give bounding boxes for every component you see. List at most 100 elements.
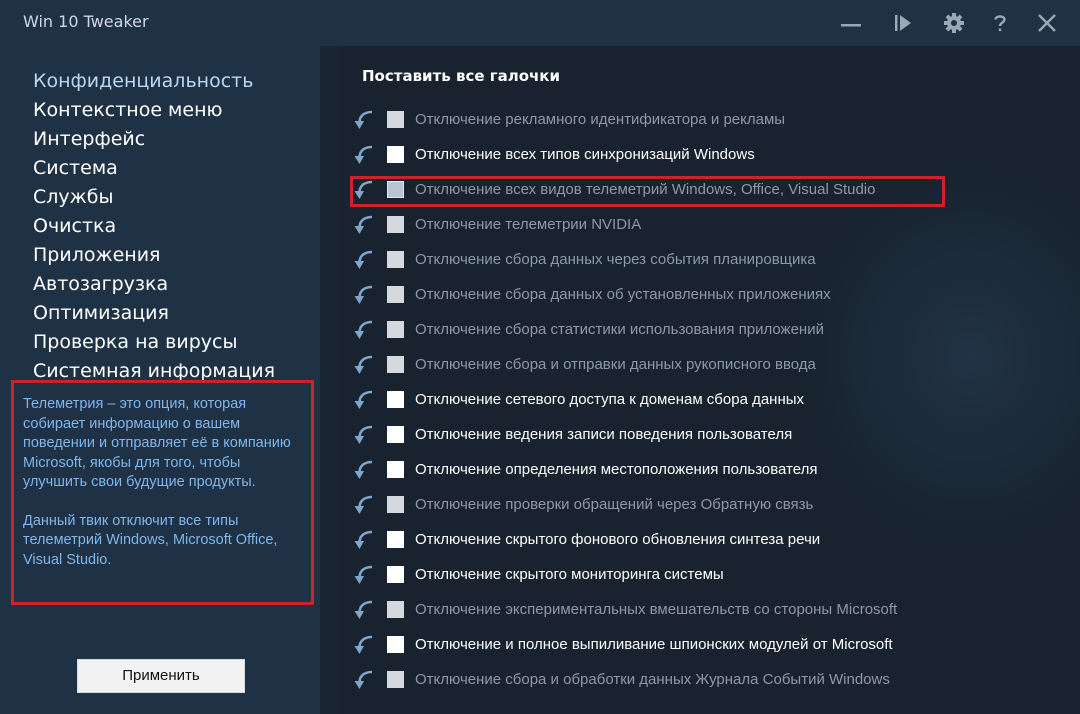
- tweak-row: Отключение скрытого фонового обновления …: [353, 522, 993, 557]
- tweak-row: Отключение проверки обращений через Обра…: [353, 487, 993, 522]
- tweak-label[interactable]: Отключение проверки обращений через Обра…: [415, 496, 813, 513]
- tweak-checkbox[interactable]: [387, 181, 404, 198]
- tweak-label[interactable]: Отключение сбора и обработки данных Журн…: [415, 671, 890, 688]
- tweak-checkbox[interactable]: [387, 286, 404, 303]
- undo-icon[interactable]: [353, 459, 375, 481]
- help-icon: [994, 15, 1006, 32]
- description-paragraph: Данный твик отключит все типы телеметрий…: [23, 512, 278, 568]
- tweak-checkbox[interactable]: [387, 216, 404, 233]
- undo-icon[interactable]: [353, 109, 375, 131]
- undo-icon[interactable]: [353, 564, 375, 586]
- tweaks-panel: Поставить все галочки Отключение рекламн…: [338, 46, 1080, 714]
- settings-button[interactable]: [939, 8, 969, 38]
- minimize-button[interactable]: [836, 8, 866, 38]
- tweak-row: Отключение сбора и отправки данных рукоп…: [353, 347, 993, 382]
- tweak-label[interactable]: Отключение сбора и отправки данных рукоп…: [415, 356, 816, 373]
- tweak-row: Отключение сбора статистики использовани…: [353, 312, 993, 347]
- tweak-checkbox[interactable]: [387, 601, 404, 618]
- undo-icon[interactable]: [353, 669, 375, 691]
- tweak-label[interactable]: Отключение рекламного идентификатора и р…: [415, 111, 785, 128]
- tweak-row: Отключение экспериментальных вмешательст…: [353, 592, 993, 627]
- tweak-row: Отключение телеметрии NVIDIA: [353, 207, 993, 242]
- undo-icon[interactable]: [353, 494, 375, 516]
- tweak-checkbox[interactable]: [387, 426, 404, 443]
- tweak-description-box: Телеметрия – это опция, которая собирает…: [11, 380, 314, 605]
- tweak-checkbox[interactable]: [387, 496, 404, 513]
- tweak-checkbox[interactable]: [387, 111, 404, 128]
- sidebar-item[interactable]: Приложения: [33, 242, 275, 271]
- undo-icon[interactable]: [353, 284, 375, 306]
- tweak-row: Отключение рекламного идентификатора и р…: [353, 102, 993, 137]
- sidebar-item[interactable]: Автозагрузка: [33, 271, 275, 300]
- sidebar-nav: Конфиденциальность Контекстное меню Интерф…: [33, 68, 275, 387]
- tweak-checkbox[interactable]: [387, 251, 404, 268]
- help-button[interactable]: [985, 8, 1015, 38]
- tweak-row: Отключение определения местоположения по…: [353, 452, 993, 487]
- check-all-link[interactable]: Поставить все галочки: [362, 67, 560, 85]
- tweak-checkbox[interactable]: [387, 321, 404, 338]
- tweak-label[interactable]: Отключение сбора статистики использовани…: [415, 321, 824, 338]
- sidebar: Конфиденциальность Контекстное меню Интерф…: [0, 46, 320, 714]
- tweak-checkbox[interactable]: [387, 461, 404, 478]
- undo-icon[interactable]: [353, 529, 375, 551]
- description-paragraph: Телеметрия – это опция, которая собирает…: [23, 396, 291, 490]
- sidebar-item[interactable]: Службы: [33, 184, 275, 213]
- undo-icon[interactable]: [353, 179, 375, 201]
- gear-icon: [944, 13, 964, 33]
- title-bar: Win 10 Tweaker: [0, 0, 1080, 46]
- skip-icon: [895, 15, 911, 31]
- tweak-label[interactable]: Отключение ведения записи поведения поль…: [415, 426, 792, 443]
- tweak-row: Отключение сетевого доступа к доменам сб…: [353, 382, 993, 417]
- tweak-checkbox[interactable]: [387, 531, 404, 548]
- undo-icon[interactable]: [353, 214, 375, 236]
- undo-icon[interactable]: [353, 249, 375, 271]
- undo-icon[interactable]: [353, 599, 375, 621]
- tweak-row: Отключение и полное выпиливание шпионски…: [353, 627, 993, 662]
- tweak-row: Отключение всех видов телеметрий Windows…: [353, 172, 993, 207]
- sidebar-item[interactable]: Очистка: [33, 213, 275, 242]
- tweak-label[interactable]: Отключение сбора данных об установленных…: [415, 286, 831, 303]
- undo-icon[interactable]: [353, 424, 375, 446]
- tweak-label[interactable]: Отключение всех видов телеметрий Windows…: [415, 181, 875, 198]
- tweak-label[interactable]: Отключение скрытого фонового обновления …: [415, 531, 820, 548]
- undo-icon[interactable]: [353, 389, 375, 411]
- tweak-label[interactable]: Отключение экспериментальных вмешательст…: [415, 601, 897, 618]
- sidebar-item[interactable]: Конфиденциальность: [33, 68, 275, 97]
- undo-icon[interactable]: [353, 319, 375, 341]
- tweak-checkbox[interactable]: [387, 391, 404, 408]
- tweak-label[interactable]: Отключение скрытого мониторинга системы: [415, 566, 724, 583]
- sidebar-item[interactable]: Контекстное меню: [33, 97, 275, 126]
- sidebar-item[interactable]: Оптимизация: [33, 300, 275, 329]
- tweak-label[interactable]: Отключение сетевого доступа к доменам сб…: [415, 391, 804, 408]
- tweak-row: Отключение скрытого мониторинга системы: [353, 557, 993, 592]
- tweak-checkbox[interactable]: [387, 636, 404, 653]
- tweak-checkbox[interactable]: [387, 146, 404, 163]
- sidebar-item[interactable]: Система: [33, 155, 275, 184]
- tweak-label[interactable]: Отключение и полное выпиливание шпионски…: [415, 636, 893, 653]
- close-icon: [1038, 14, 1056, 32]
- sidebar-item[interactable]: Проверка на вирусы: [33, 329, 275, 358]
- app-title: Win 10 Tweaker: [23, 12, 149, 31]
- tweak-checkbox[interactable]: [387, 356, 404, 373]
- tweak-row: Отключение всех типов синхронизаций Wind…: [353, 137, 993, 172]
- skip-button[interactable]: [888, 8, 918, 38]
- tweaks-list: Отключение рекламного идентификатора и р…: [353, 102, 993, 697]
- tweak-label[interactable]: Отключение телеметрии NVIDIA: [415, 216, 641, 233]
- sidebar-item[interactable]: Интерфейс: [33, 126, 275, 155]
- apply-button[interactable]: Применить: [77, 659, 245, 693]
- tweak-checkbox[interactable]: [387, 671, 404, 688]
- tweak-label[interactable]: Отключение определения местоположения по…: [415, 461, 817, 478]
- tweak-row: Отключение ведения записи поведения поль…: [353, 417, 993, 452]
- tweak-row: Отключение сбора данных об установленных…: [353, 277, 993, 312]
- panel-divider: [320, 46, 338, 714]
- tweak-label[interactable]: Отключение сбора данных через события пл…: [415, 251, 816, 268]
- minimize-icon: [841, 24, 861, 27]
- close-button[interactable]: [1032, 8, 1062, 38]
- tweak-row: Отключение сбора данных через события пл…: [353, 242, 993, 277]
- tweak-row: Отключение сбора и обработки данных Журн…: [353, 662, 993, 697]
- tweak-label[interactable]: Отключение всех типов синхронизаций Wind…: [415, 146, 755, 163]
- undo-icon[interactable]: [353, 354, 375, 376]
- undo-icon[interactable]: [353, 144, 375, 166]
- undo-icon[interactable]: [353, 634, 375, 656]
- tweak-checkbox[interactable]: [387, 566, 404, 583]
